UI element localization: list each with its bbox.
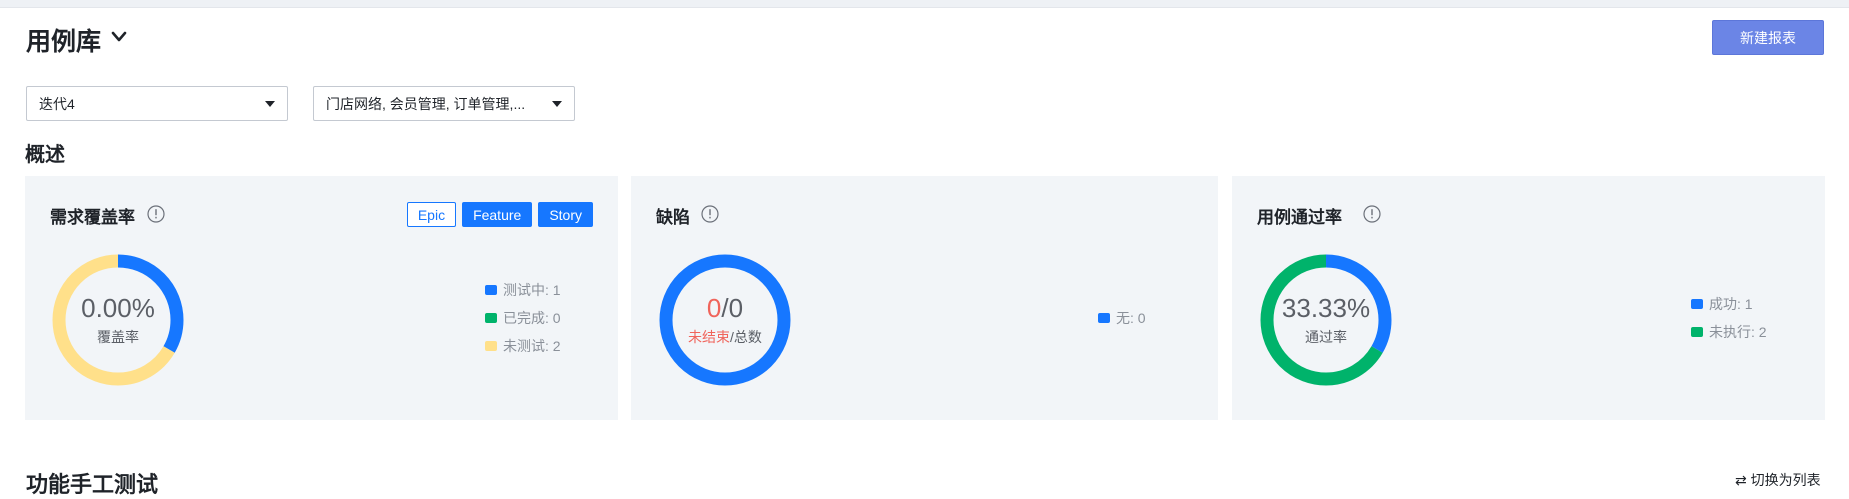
tag-feature[interactable]: Feature: [462, 202, 533, 227]
pass-rate-card: 用例通过率 33.33% 通过率 成功: 1 未执行: 2: [1232, 176, 1825, 420]
legend-item: 测试中: 1: [485, 276, 561, 304]
legend-swatch: [1098, 313, 1110, 323]
coverage-card: 需求覆盖率 Epic Feature Story 0.00% 覆盖率 测试中: …: [25, 176, 618, 420]
coverage-card-title: 需求覆盖率: [50, 208, 135, 227]
defects-separator: /: [721, 293, 729, 323]
coverage-label: 覆盖率: [97, 329, 139, 345]
new-report-button[interactable]: 新建报表: [1712, 20, 1824, 55]
legend-label: 测试中: 1: [503, 282, 561, 298]
switch-to-list-link[interactable]: ⇄ 切换为列表: [1735, 470, 1821, 490]
caret-down-icon: [552, 101, 562, 107]
iteration-select[interactable]: 迭代4: [26, 86, 288, 121]
module-select[interactable]: 门店网络, 会员管理, 订单管理,...: [313, 86, 575, 121]
legend-label: 未测试: 2: [503, 338, 561, 354]
chevron-down-icon[interactable]: [110, 30, 128, 44]
legend-swatch: [1691, 327, 1703, 337]
info-icon[interactable]: [147, 205, 165, 223]
pass-rate-value: 33.33%: [1281, 293, 1371, 323]
coverage-legend: 测试中: 1 已完成: 0 未测试: 2: [485, 276, 561, 360]
legend-label: 无: 0: [1116, 310, 1146, 326]
manual-test-section-title: 功能手工测试: [26, 472, 159, 497]
info-icon[interactable]: [1363, 205, 1381, 223]
tag-story[interactable]: Story: [538, 202, 593, 227]
caret-down-icon: [265, 101, 275, 107]
defects-open-label: 未结束: [688, 329, 731, 345]
defects-label: 未结束/总数: [688, 327, 762, 347]
legend-swatch: [485, 285, 497, 295]
legend-label: 成功: 1: [1709, 296, 1753, 312]
pass-rate-legend: 成功: 1 未执行: 2: [1691, 290, 1767, 346]
defects-open-count: 0: [706, 293, 722, 323]
legend-item: 无: 0: [1098, 304, 1146, 332]
legend-item: 已完成: 0: [485, 304, 561, 332]
defects-donut-center: 0/0 未结束/总数: [659, 254, 791, 386]
coverage-donut-center: 0.00% 覆盖率: [52, 254, 184, 386]
module-select-value: 门店网络, 会员管理, 订单管理,...: [326, 95, 526, 112]
page-title: 用例库: [26, 28, 102, 56]
defects-total-count: 0: [728, 293, 744, 323]
overview-title: 概述: [25, 144, 65, 166]
defects-legend: 无: 0: [1098, 304, 1146, 332]
legend-swatch: [485, 313, 497, 323]
coverage-type-tags: Epic Feature Story: [406, 202, 593, 227]
defects-total-label: /总数: [730, 329, 762, 345]
legend-item: 未测试: 2: [485, 332, 561, 360]
legend-item: 成功: 1: [1691, 290, 1767, 318]
legend-label: 未执行: 2: [1709, 324, 1767, 340]
pass-rate-label: 通过率: [1305, 329, 1347, 345]
legend-item: 未执行: 2: [1691, 318, 1767, 346]
pass-rate-card-title: 用例通过率: [1257, 208, 1342, 227]
top-bar-strip: [0, 0, 1849, 8]
legend-swatch: [485, 341, 497, 351]
pass-rate-donut-center: 33.33% 通过率: [1260, 254, 1392, 386]
info-icon[interactable]: [701, 205, 719, 223]
defects-card: 缺陷 0/0 未结束/总数 无: 0: [631, 176, 1218, 420]
legend-label: 已完成: 0: [503, 310, 561, 326]
legend-swatch: [1691, 299, 1703, 309]
defects-count: 0/0: [707, 293, 743, 323]
coverage-value: 0.00%: [81, 293, 155, 323]
iteration-select-value: 迭代4: [39, 95, 75, 112]
tag-epic[interactable]: Epic: [406, 202, 457, 227]
defects-card-title: 缺陷: [656, 208, 690, 227]
